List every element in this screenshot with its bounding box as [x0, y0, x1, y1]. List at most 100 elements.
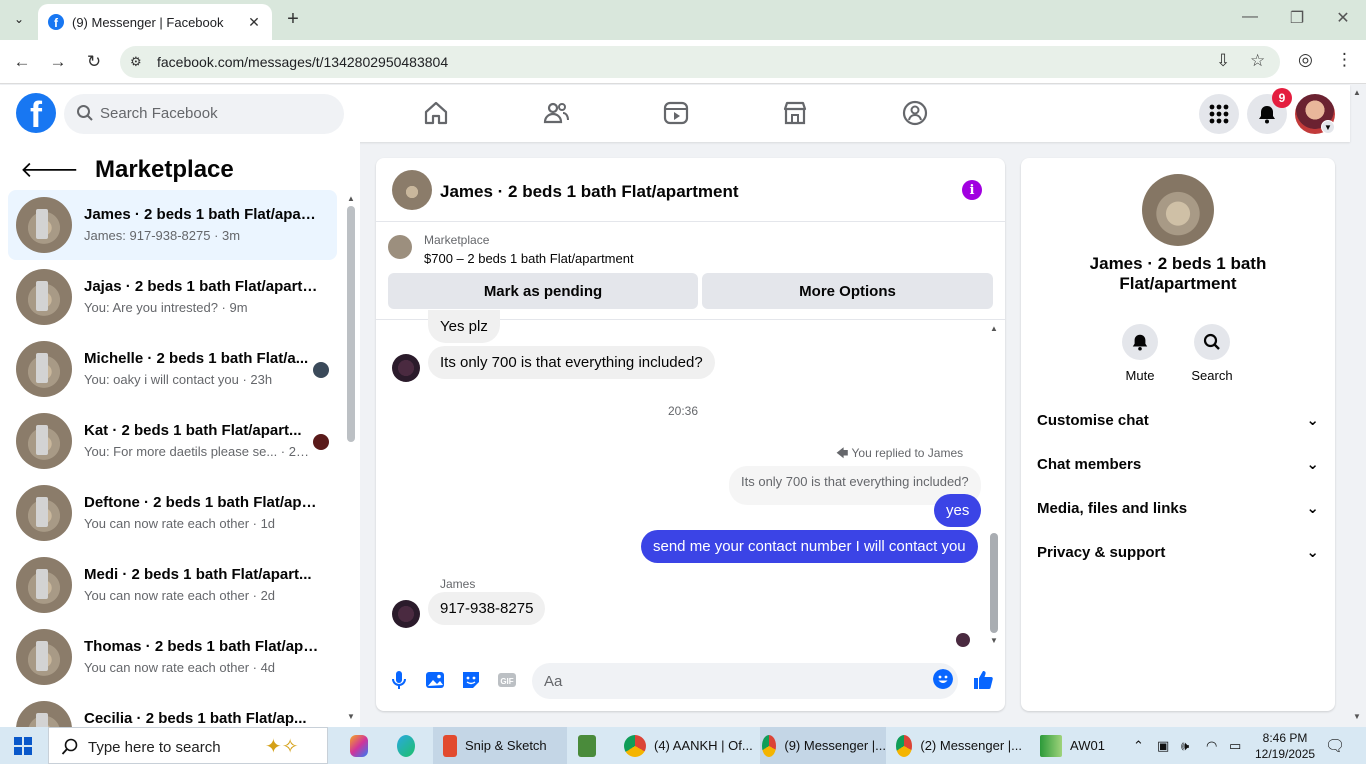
back-arrow-icon[interactable]: 🡐	[20, 157, 79, 183]
conversation-list-panel: 🡐 Marketplace James · 2 beds 1 bath Flat…	[0, 142, 360, 727]
conversation-item[interactable]: Kat · 2 beds 1 bath Flat/apart... You: F…	[8, 406, 337, 476]
chat-members-row[interactable]: Chat members ⌄	[1037, 442, 1319, 486]
minimize-icon[interactable]: —	[1236, 8, 1264, 26]
tray-wifi-icon[interactable]: ◠	[1206, 738, 1217, 754]
media-files-links-row[interactable]: Media, files and links ⌄	[1037, 486, 1319, 530]
conversation-list-scrollbar[interactable]	[347, 206, 355, 442]
taskbar-app-label: Snip & Sketch	[465, 738, 547, 753]
home-icon[interactable]	[422, 99, 450, 127]
info-icon[interactable]: i	[962, 180, 982, 200]
conversation-name: Jajas · 2 beds 1 bath Flat/apartm...	[84, 278, 319, 295]
conversation-name: Kat · 2 beds 1 bath Flat/apart...	[84, 422, 302, 439]
conversation-name: Michelle · 2 beds 1 bath Flat/a...	[84, 350, 309, 367]
conversation-preview: You: Are you intrested? · 9m	[84, 300, 248, 315]
page-scroll-down-icon[interactable]: ▼	[1353, 712, 1361, 721]
listing-thumbnail	[16, 557, 72, 613]
site-info-icon[interactable]: ⚙	[130, 54, 142, 70]
bell-icon	[1259, 106, 1275, 124]
more-options-button[interactable]: More Options	[702, 273, 993, 309]
conversation-item[interactable]: Jajas · 2 beds 1 bath Flat/apartm... You…	[8, 262, 337, 332]
chat-scrollbar[interactable]	[990, 533, 998, 633]
install-app-icon[interactable]: ⇩	[1216, 51, 1230, 71]
reload-icon[interactable]: ↻	[82, 50, 106, 74]
restore-icon[interactable]: ❐	[1283, 8, 1311, 28]
mute-label: Mute	[1125, 368, 1155, 383]
search-in-chat-button[interactable]: Search	[1182, 324, 1242, 383]
browser-menu-icon[interactable]: ⋮	[1336, 50, 1353, 70]
chat-scroll-up-icon[interactable]: ▲	[990, 324, 998, 333]
tab-search-button[interactable]: ⌄	[6, 7, 32, 31]
conversation-item[interactable]: Medi · 2 beds 1 bath Flat/apart... You c…	[8, 550, 337, 620]
tray-battery-icon[interactable]: ▭	[1229, 738, 1241, 754]
message-timestamp: 20:36	[668, 404, 699, 418]
tray-camera-icon[interactable]: ▣	[1157, 738, 1169, 754]
bell-icon	[1132, 334, 1148, 351]
privacy-support-row[interactable]: Privacy & support ⌄	[1037, 530, 1319, 574]
chat-header: James · 2 beds 1 bath Flat/apartment i	[376, 158, 1005, 222]
window-close-icon[interactable]: ✕	[1329, 8, 1357, 28]
chat-scroll-down-icon[interactable]: ▼	[990, 636, 998, 645]
forward-arrow-icon[interactable]: →	[46, 50, 70, 74]
taskbar-search-input[interactable]: Type here to search ✦✧	[48, 727, 328, 764]
seen-avatar	[313, 434, 329, 450]
mute-button[interactable]: Mute	[1110, 324, 1170, 383]
facebook-logo-icon[interactable]: f	[16, 93, 56, 133]
taskbar-app-snip-sketch[interactable]: Snip & Sketch	[433, 727, 567, 764]
new-tab-button[interactable]: +	[282, 8, 304, 30]
like-thumb-icon[interactable]	[972, 669, 994, 691]
mark-as-pending-button[interactable]: Mark as pending	[388, 273, 698, 309]
conversation-item[interactable]: James · 2 beds 1 bath Flat/apart... Jame…	[8, 190, 337, 260]
conversation-item[interactable]: Thomas · 2 beds 1 bath Flat/apa... You c…	[8, 622, 337, 692]
menu-grid-button[interactable]	[1199, 94, 1239, 134]
back-arrow-icon[interactable]: ←	[10, 50, 34, 74]
photo-icon[interactable]	[424, 669, 446, 691]
seen-avatar	[313, 362, 329, 378]
tray-volume-icon[interactable]: 🕪	[1181, 738, 1189, 754]
browser-tab-messenger[interactable]: f (9) Messenger | Facebook ✕	[38, 4, 272, 40]
friends-icon[interactable]	[542, 99, 570, 127]
conversation-item[interactable]: Cecilia · 2 beds 1 bath Flat/ap...	[8, 694, 337, 727]
facebook-search-input[interactable]: Search Facebook	[64, 94, 344, 134]
page-scroll-up-icon[interactable]: ▲	[1353, 88, 1361, 97]
message-input[interactable]: Aa	[532, 663, 958, 699]
tray-chevron-up-icon[interactable]: ⌃	[1133, 738, 1144, 754]
address-bar[interactable]: ⚙ facebook.com/messages/t/13428029504838…	[120, 46, 1280, 78]
conversation-item[interactable]: Michelle · 2 beds 1 bath Flat/a... You: …	[8, 334, 337, 404]
chevron-down-icon[interactable]: ▼	[1321, 120, 1335, 134]
spreadsheet-app-icon[interactable]	[578, 727, 604, 764]
chevron-down-icon: ⌄	[1306, 456, 1319, 473]
profile-icon[interactable]: ◎	[1298, 50, 1313, 70]
taskbar-app-chrome-messenger-9[interactable]: (9) Messenger |...	[760, 727, 886, 764]
read-receipt-avatar	[956, 633, 970, 647]
gif-icon[interactable]: GIF	[496, 669, 518, 691]
conversation-name: Cecilia · 2 beds 1 bath Flat/ap...	[84, 710, 307, 727]
close-tab-icon[interactable]: ✕	[244, 12, 264, 32]
sticker-icon[interactable]	[460, 669, 482, 691]
scroll-up-icon[interactable]: ▲	[347, 194, 355, 203]
video-icon[interactable]	[662, 99, 690, 127]
listing-title[interactable]: $700 – 2 beds 1 bath Flat/apartment	[424, 251, 634, 266]
windows-start-icon[interactable]	[14, 737, 32, 755]
marketplace-icon[interactable]	[781, 99, 809, 127]
taskbar-app-chrome-aankh[interactable]: (4) AANKH | Of...	[624, 727, 754, 764]
message-list: Yes plz Its only 700 is that everything …	[376, 310, 1005, 655]
copilot-app-icon[interactable]	[350, 727, 376, 764]
bookmark-star-icon[interactable]: ☆	[1250, 51, 1265, 71]
chat-avatar[interactable]	[392, 170, 432, 210]
marketplace-label: Marketplace	[424, 233, 490, 247]
conversation-item[interactable]: Deftone · 2 beds 1 bath Flat/apa... You …	[8, 478, 337, 548]
listing-thumbnail	[16, 341, 72, 397]
taskbar-clock[interactable]: 8:46 PM 12/19/2025	[1255, 730, 1315, 762]
listing-thumbnail	[16, 701, 72, 727]
listing-thumbnail	[388, 235, 412, 259]
microphone-icon[interactable]	[388, 669, 410, 691]
notification-center-icon[interactable]: 🗨	[1325, 736, 1345, 756]
groups-icon[interactable]	[901, 99, 929, 127]
edge-app-icon[interactable]	[397, 727, 423, 764]
scroll-down-icon[interactable]: ▼	[347, 712, 355, 721]
emoji-icon[interactable]	[933, 669, 953, 689]
taskbar-app-chrome-messenger-2[interactable]: (2) Messenger |...	[896, 727, 1022, 764]
customise-chat-row[interactable]: Customise chat ⌄	[1037, 398, 1319, 442]
chat-title[interactable]: James · 2 beds 1 bath Flat/apartment	[440, 182, 739, 202]
taskbar-app-aw01[interactable]: AW01	[1040, 727, 1120, 764]
